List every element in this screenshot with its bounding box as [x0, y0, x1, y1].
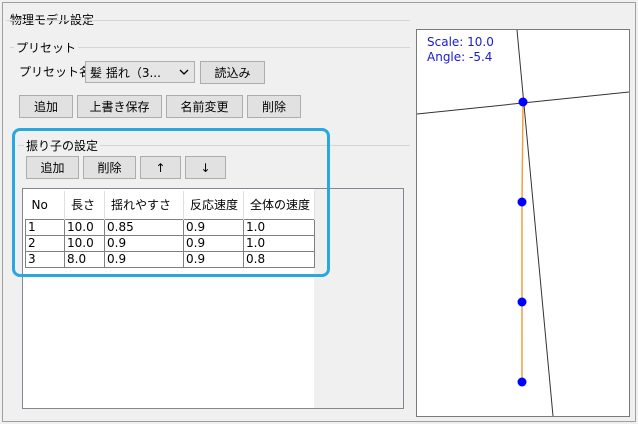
pendulum-node-3[interactable] [517, 377, 527, 387]
delete-preset-button[interactable]: 削除 [247, 95, 301, 118]
pendulum-chain [521, 101, 524, 382]
preset-select-value: 髪 揺れ（3... [90, 65, 161, 80]
pendulum-node-2[interactable] [517, 297, 527, 307]
pendulum-preview-svg [417, 30, 629, 416]
chevron-down-icon [179, 69, 189, 75]
preset-select[interactable]: 髪 揺れ（3... [85, 61, 195, 83]
overwrite-save-button[interactable]: 上書き保存 [77, 95, 162, 118]
highlight-box [12, 128, 330, 277]
pendulum-preview-canvas[interactable]: Scale: 10.0 Angle: -5.4 [416, 29, 630, 417]
rename-button[interactable]: 名前変更 [166, 95, 243, 118]
preset-group-title: プリセット [14, 41, 79, 55]
load-preset-button[interactable]: 読込み [200, 61, 265, 84]
pendulum-node-1[interactable] [517, 197, 527, 207]
pendulum-node-root[interactable] [518, 97, 528, 107]
add-preset-button[interactable]: 追加 [19, 95, 73, 118]
